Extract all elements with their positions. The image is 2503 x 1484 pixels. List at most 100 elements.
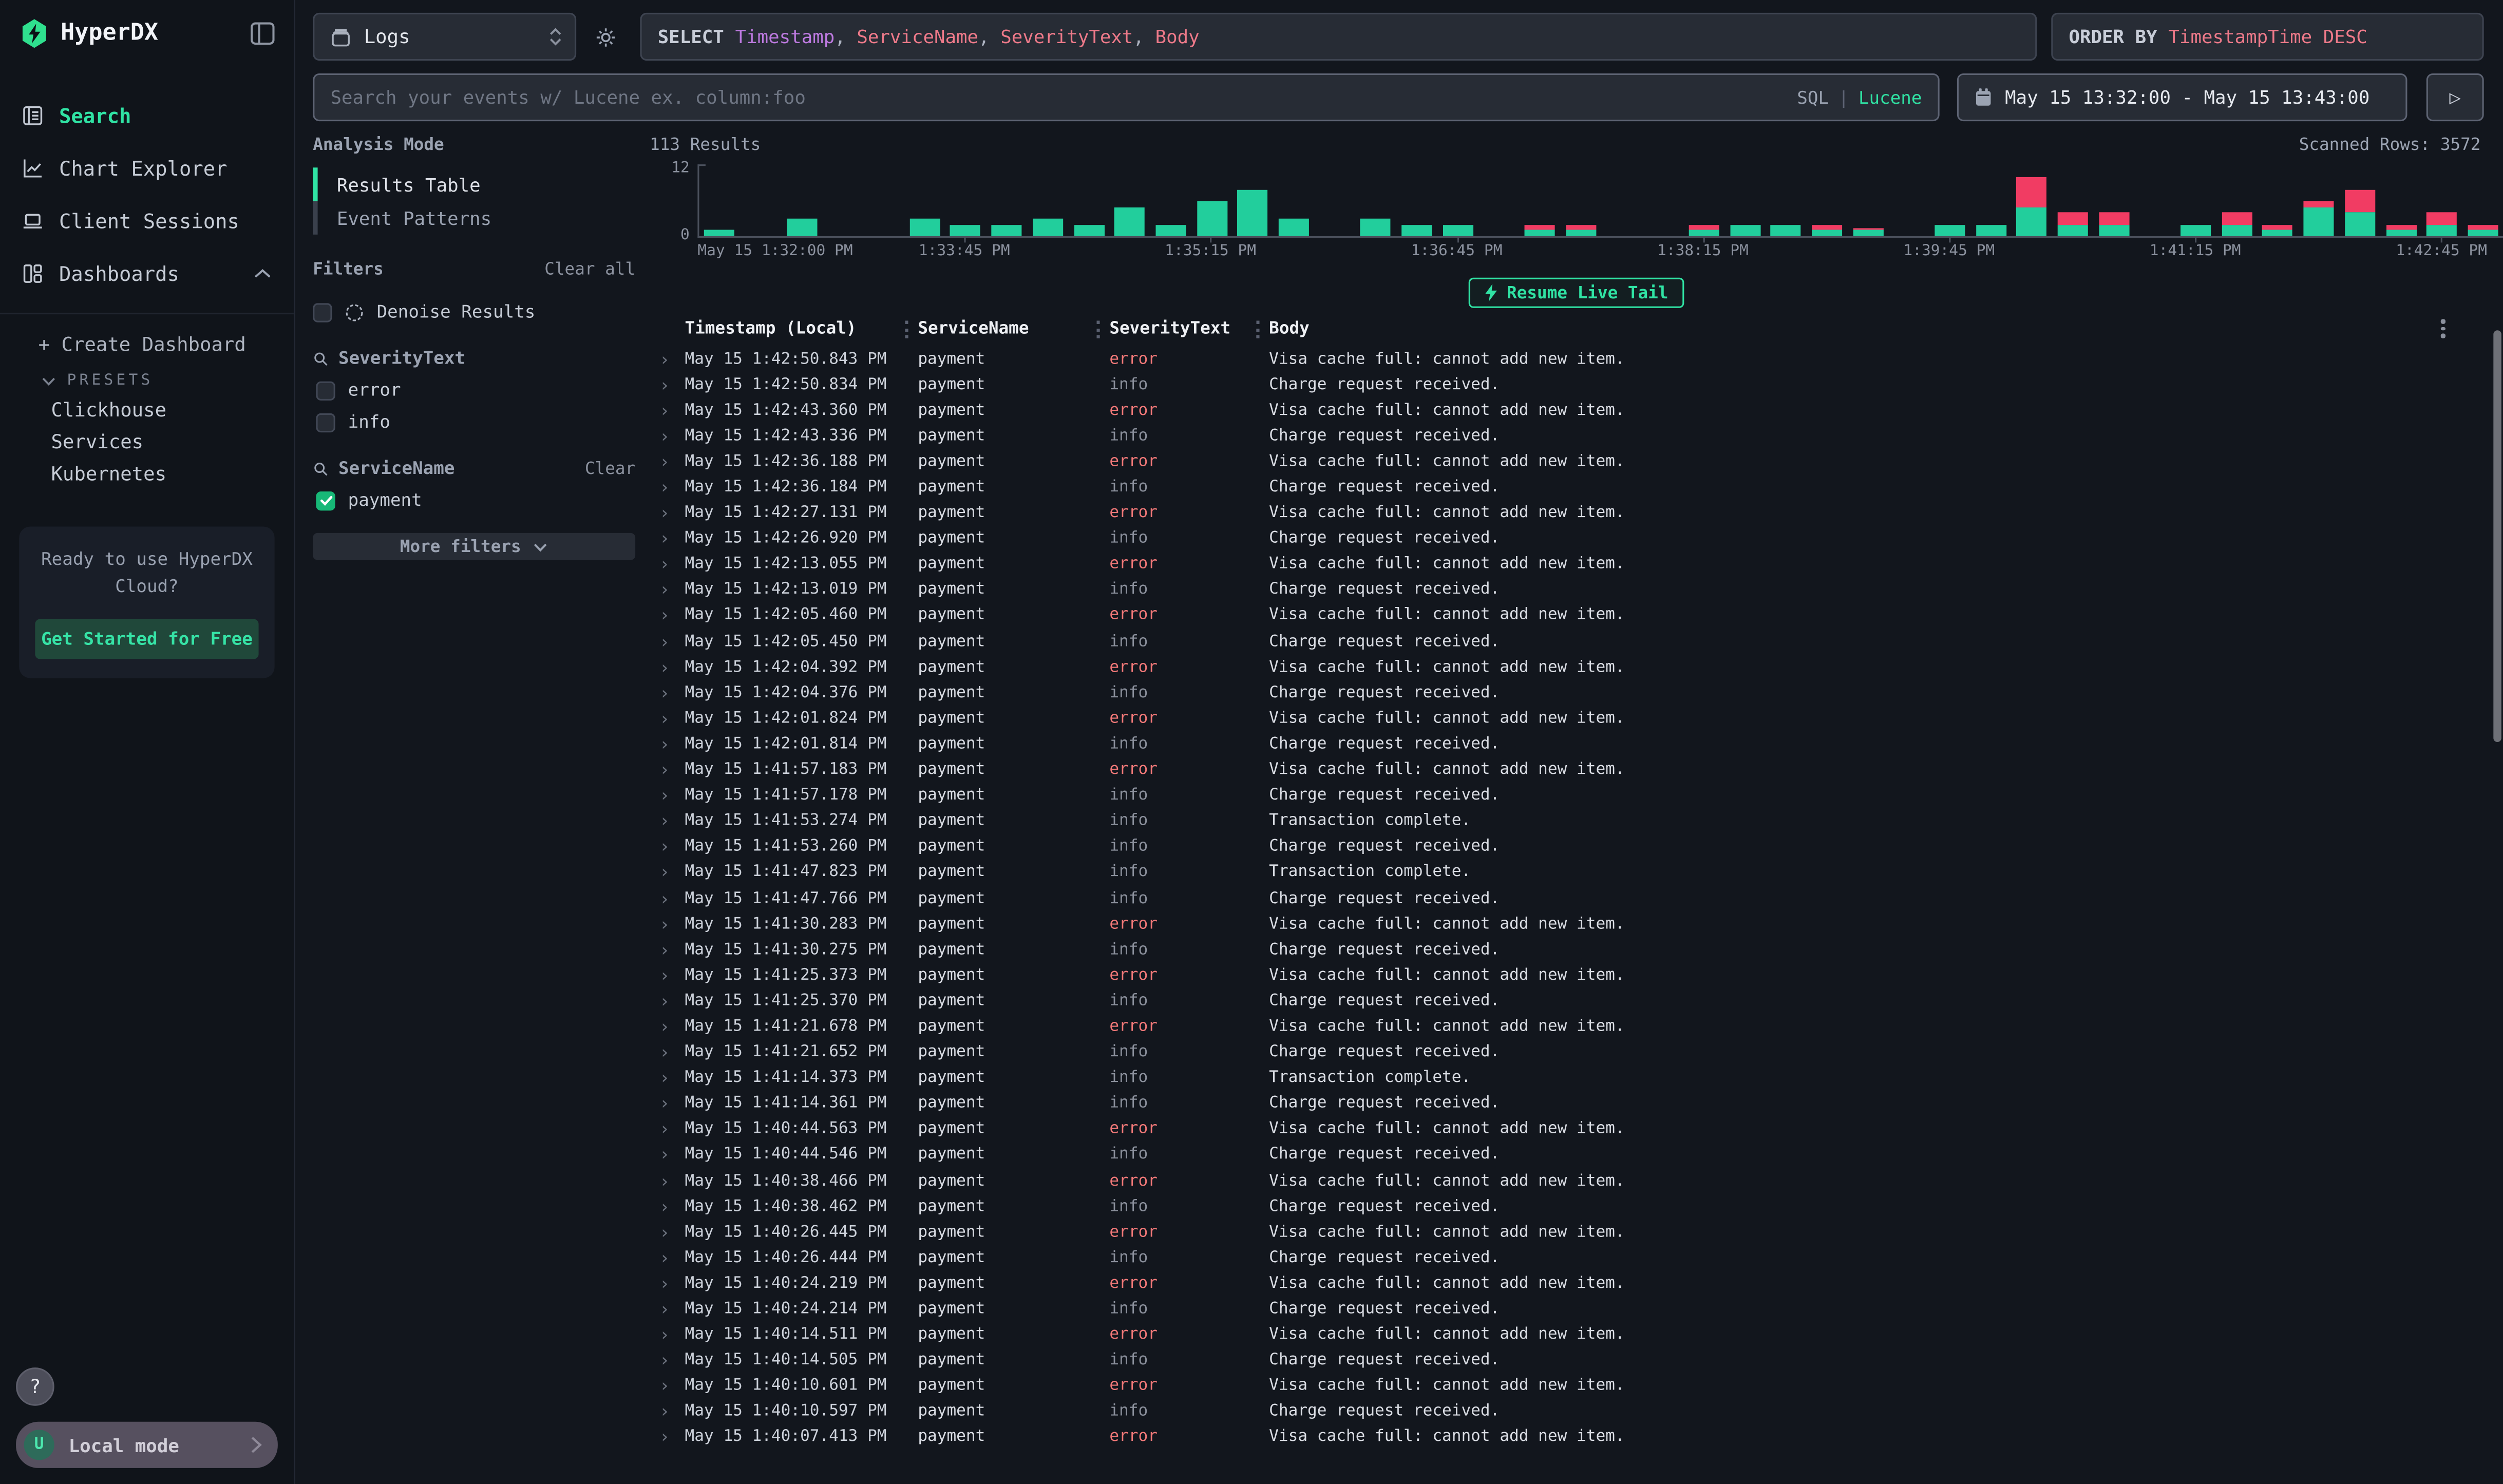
filter-option-payment[interactable]: payment xyxy=(313,490,635,510)
column-body[interactable]: Body xyxy=(1256,318,2503,337)
table-row[interactable]: ›May 15 1:41:57.183 PMpaymenterrorVisa c… xyxy=(659,757,2503,783)
time-range-picker[interactable]: May 15 13:32:00 - May 15 13:43:00 xyxy=(1957,73,2407,121)
row-expand-icon[interactable]: › xyxy=(659,785,685,806)
table-row[interactable]: ›May 15 1:40:38.462 PMpaymentinfoCharge … xyxy=(659,1194,2503,1220)
table-row[interactable]: ›May 15 1:40:24.214 PMpaymentinfoCharge … xyxy=(659,1297,2503,1322)
more-filters-button[interactable]: More filters xyxy=(313,533,635,560)
resume-live-tail-button[interactable]: Resume Live Tail xyxy=(1468,278,1684,308)
table-row[interactable]: ›May 15 1:40:07.413 PMpaymenterrorVisa c… xyxy=(659,1425,2503,1446)
row-expand-icon[interactable]: › xyxy=(659,708,685,729)
row-expand-icon[interactable]: › xyxy=(659,1119,685,1139)
filter-option-error[interactable]: error xyxy=(313,380,635,401)
table-row[interactable]: ›May 15 1:40:14.505 PMpaymentinfoCharge … xyxy=(659,1348,2503,1374)
source-select[interactable]: Logs xyxy=(313,13,576,61)
row-expand-icon[interactable]: › xyxy=(659,914,685,934)
user-menu[interactable]: U Local mode xyxy=(16,1422,278,1468)
row-expand-icon[interactable]: › xyxy=(659,554,685,575)
row-expand-icon[interactable]: › xyxy=(659,759,685,780)
table-row[interactable]: ›May 15 1:40:38.466 PMpaymenterrorVisa c… xyxy=(659,1168,2503,1194)
filter-group-clear-button[interactable]: Clear xyxy=(585,459,635,478)
sidebar-item-kubernetes[interactable]: Kubernetes xyxy=(0,453,294,485)
sidebar-item-services[interactable]: Services xyxy=(0,421,294,453)
row-expand-icon[interactable]: › xyxy=(659,1170,685,1191)
sidebar-item-search[interactable]: Search xyxy=(0,89,294,142)
sql-mode-button[interactable]: SQL xyxy=(1797,87,1829,107)
table-row[interactable]: ›May 15 1:42:01.814 PMpaymentinfoCharge … xyxy=(659,731,2503,757)
column-severitytext[interactable]: SeverityText xyxy=(1096,318,1256,337)
table-row[interactable]: ›May 15 1:41:14.373 PMpaymentinfoTransac… xyxy=(659,1066,2503,1091)
sidebar-item-chart-explorer[interactable]: Chart Explorer xyxy=(0,142,294,195)
create-dashboard-button[interactable]: + Create Dashboard xyxy=(0,314,294,356)
table-row[interactable]: ›May 15 1:40:14.511 PMpaymenterrorVisa c… xyxy=(659,1322,2503,1348)
table-row[interactable]: ›May 15 1:42:43.360 PMpaymenterrorVisa c… xyxy=(659,397,2503,423)
row-expand-icon[interactable]: › xyxy=(659,631,685,652)
table-row[interactable]: ›May 15 1:41:30.283 PMpaymenterrorVisa c… xyxy=(659,911,2503,937)
table-row[interactable]: ›May 15 1:41:21.678 PMpaymenterrorVisa c… xyxy=(659,1014,2503,1040)
table-row[interactable]: ›May 15 1:40:44.546 PMpaymentinfoCharge … xyxy=(659,1143,2503,1168)
row-expand-icon[interactable]: › xyxy=(659,451,685,472)
table-row[interactable]: ›May 15 1:41:47.823 PMpaymentinfoTransac… xyxy=(659,860,2503,886)
column-timestamp[interactable]: Timestamp (Local) xyxy=(685,318,905,337)
row-expand-icon[interactable]: › xyxy=(659,580,685,600)
get-started-button[interactable]: Get Started for Free xyxy=(35,619,258,659)
table-row[interactable]: ›May 15 1:41:57.178 PMpaymentinfoCharge … xyxy=(659,783,2503,809)
table-row[interactable]: ›May 15 1:42:01.824 PMpaymenterrorVisa c… xyxy=(659,706,2503,731)
table-row[interactable]: ›May 15 1:42:04.376 PMpaymentinfoCharge … xyxy=(659,680,2503,706)
row-expand-icon[interactable]: › xyxy=(659,605,685,626)
row-expand-icon[interactable]: › xyxy=(659,1016,685,1037)
row-expand-icon[interactable]: › xyxy=(659,426,685,446)
row-expand-icon[interactable]: › xyxy=(659,991,685,1011)
histogram-plot[interactable] xyxy=(697,164,2503,238)
table-row[interactable]: ›May 15 1:42:13.055 PMpaymenterrorVisa c… xyxy=(659,551,2503,577)
table-row[interactable]: ›May 15 1:40:26.445 PMpaymenterrorVisa c… xyxy=(659,1220,2503,1245)
table-row[interactable]: ›May 15 1:41:21.652 PMpaymentinfoCharge … xyxy=(659,1040,2503,1066)
row-expand-icon[interactable]: › xyxy=(659,1145,685,1165)
sidebar-item-clickhouse[interactable]: Clickhouse xyxy=(0,389,294,421)
table-row[interactable]: ›May 15 1:41:14.361 PMpaymentinfoCharge … xyxy=(659,1091,2503,1117)
mode-event-patterns[interactable]: Event Patterns xyxy=(313,201,635,235)
row-expand-icon[interactable]: › xyxy=(659,657,685,677)
table-row[interactable]: ›May 15 1:41:30.275 PMpaymentinfoCharge … xyxy=(659,937,2503,963)
error-checkbox[interactable] xyxy=(316,380,335,399)
row-expand-icon[interactable]: › xyxy=(659,1042,685,1062)
sidebar-collapse-icon[interactable] xyxy=(251,23,275,45)
table-row[interactable]: ›May 15 1:41:25.373 PMpaymenterrorVisa c… xyxy=(659,963,2503,988)
row-expand-icon[interactable]: › xyxy=(659,734,685,754)
row-expand-icon[interactable]: › xyxy=(659,939,685,960)
mode-results-table[interactable]: Results Table xyxy=(313,167,635,201)
table-row[interactable]: ›May 15 1:41:47.766 PMpaymentinfoCharge … xyxy=(659,886,2503,911)
filter-option-info[interactable]: info xyxy=(313,412,635,432)
table-row[interactable]: ›May 15 1:41:25.370 PMpaymentinfoCharge … xyxy=(659,988,2503,1014)
table-row[interactable]: ›May 15 1:42:05.460 PMpaymenterrorVisa c… xyxy=(659,603,2503,629)
search-input[interactable]: Search your events w/ Lucene ex. column:… xyxy=(313,73,1939,121)
presets-toggle[interactable]: PRESETS xyxy=(0,356,294,389)
order-by-input[interactable]: ORDER BY TimestampTime DESC xyxy=(2051,13,2483,61)
row-expand-icon[interactable]: › xyxy=(659,682,685,703)
table-row[interactable]: ›May 15 1:40:44.563 PMpaymenterrorVisa c… xyxy=(659,1117,2503,1143)
table-row[interactable]: ›May 15 1:42:26.920 PMpaymentinfoCharge … xyxy=(659,526,2503,551)
table-row[interactable]: ›May 15 1:42:50.834 PMpaymentinfoCharge … xyxy=(659,372,2503,397)
payment-checkbox[interactable] xyxy=(316,491,335,510)
row-expand-icon[interactable]: › xyxy=(659,1376,685,1397)
results-histogram[interactable]: 12 0 May 15 1:32:00 PM1:33:45 PM1:35:15 … xyxy=(650,164,2503,260)
row-expand-icon[interactable]: › xyxy=(659,349,685,369)
row-expand-icon[interactable]: › xyxy=(659,1350,685,1371)
table-row[interactable]: ›May 15 1:40:10.597 PMpaymentinfoCharge … xyxy=(659,1399,2503,1425)
column-servicename[interactable]: ServiceName xyxy=(905,318,1096,337)
row-expand-icon[interactable]: › xyxy=(659,1325,685,1345)
row-expand-icon[interactable]: › xyxy=(659,965,685,985)
row-expand-icon[interactable]: › xyxy=(659,374,685,395)
table-row[interactable]: ›May 15 1:42:36.184 PMpaymentinfoCharge … xyxy=(659,474,2503,500)
row-expand-icon[interactable]: › xyxy=(659,811,685,831)
scrollbar-thumb[interactable] xyxy=(2493,330,2501,742)
row-expand-icon[interactable]: › xyxy=(659,862,685,883)
clear-all-button[interactable]: Clear all xyxy=(544,260,635,279)
select-query-input[interactable]: SELECT Timestamp, ServiceName, SeverityT… xyxy=(640,13,2037,61)
run-query-button[interactable]: ▷ xyxy=(2426,73,2484,121)
sidebar-item-dashboards[interactable]: Dashboards xyxy=(0,248,294,300)
row-expand-icon[interactable]: › xyxy=(659,1248,685,1268)
table-options-icon[interactable] xyxy=(2441,319,2445,341)
table-row[interactable]: ›May 15 1:42:36.188 PMpaymenterrorVisa c… xyxy=(659,449,2503,474)
row-expand-icon[interactable]: › xyxy=(659,1273,685,1294)
table-row[interactable]: ›May 15 1:40:10.601 PMpaymenterrorVisa c… xyxy=(659,1374,2503,1399)
